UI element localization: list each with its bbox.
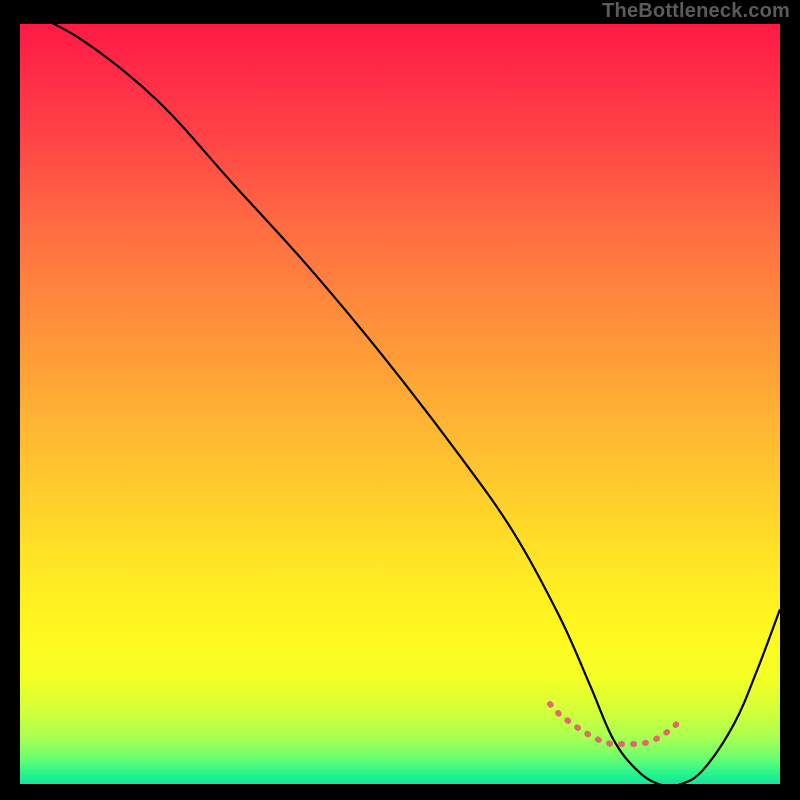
gradient-background: [20, 24, 780, 784]
watermark-text: TheBottleneck.com: [602, 0, 790, 23]
chart-container: TheBottleneck.com: [0, 0, 800, 800]
bottleneck-plot: [20, 24, 780, 784]
